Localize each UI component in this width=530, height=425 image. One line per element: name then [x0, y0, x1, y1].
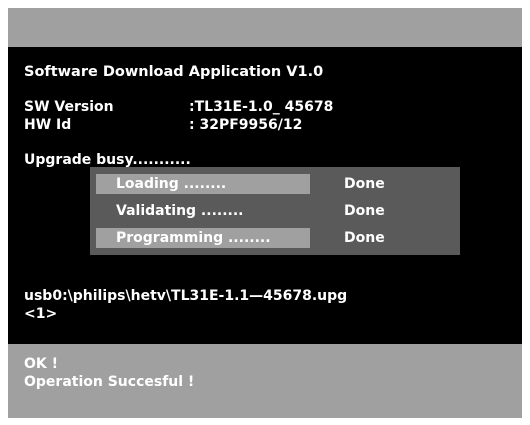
hw-id-value: : 32PF9956/12: [189, 117, 303, 133]
step-status-validating: Done: [344, 203, 385, 219]
result-band: OK ! Operation Succesful !: [8, 344, 522, 418]
result-message: Operation Succesful !: [24, 374, 195, 390]
upgrade-steps-panel: Loading ........ Done Validating .......…: [90, 167, 460, 255]
step-label-validating: Validating ........: [116, 203, 244, 219]
tv-screen: Software Download Application V1.0 SW Ve…: [8, 8, 522, 418]
step-label-programming: Programming ........: [116, 230, 271, 246]
main-panel: Software Download Application V1.0 SW Ve…: [8, 47, 522, 344]
hw-id-label: HW Id: [24, 117, 72, 133]
file-index: <1>: [24, 306, 58, 322]
file-path: usb0:\philips\hetv\TL31E-1.1—45678.upg: [24, 288, 348, 304]
sw-version-label: SW Version: [24, 99, 114, 115]
result-ok: OK !: [24, 356, 59, 372]
app-title: Software Download Application V1.0: [24, 64, 324, 80]
step-status-programming: Done: [344, 230, 385, 246]
top-band: [8, 8, 522, 47]
sw-version-value: :TL31E-1.0_ 45678: [189, 99, 334, 115]
step-label-loading: Loading ........: [116, 176, 227, 192]
step-status-loading: Done: [344, 176, 385, 192]
